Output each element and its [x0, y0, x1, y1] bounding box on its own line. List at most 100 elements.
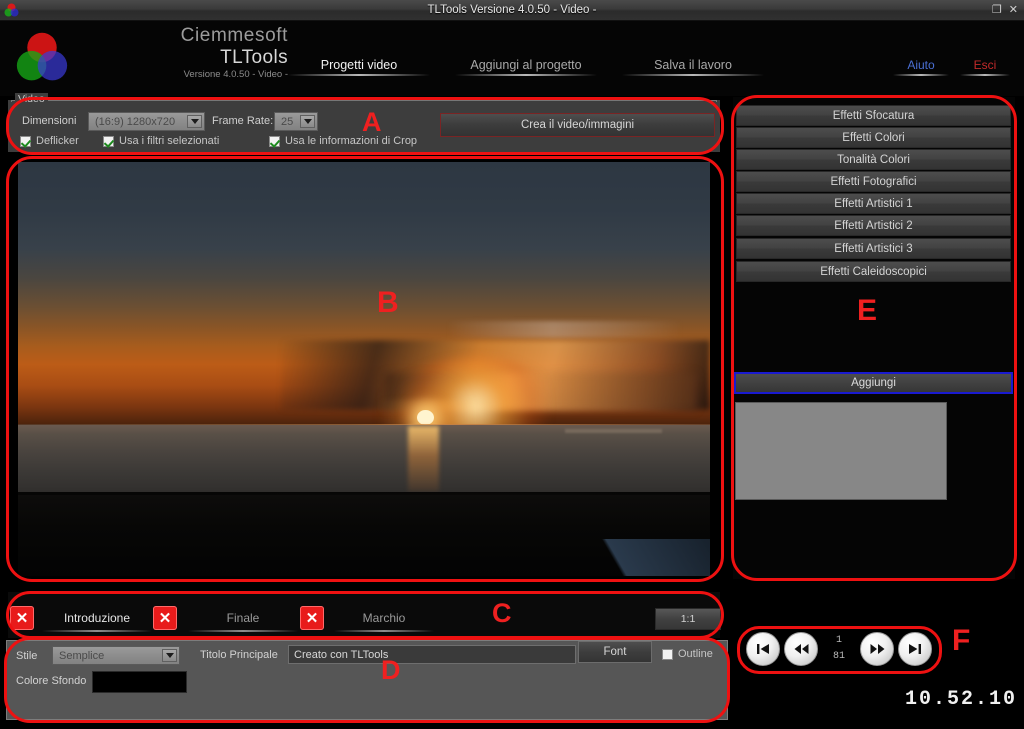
app-header: Ciemmesoft TLTools Versione 4.0.50 - Vid… — [0, 21, 1024, 96]
frame-counter: 1 81 — [824, 633, 854, 665]
effect-button-fotografici[interactable]: Effetti Fotografici — [736, 171, 1011, 192]
checkbox-label: Usa i filtri selezionati — [119, 135, 220, 147]
effect-button-artistici-3[interactable]: Effetti Artistici 3 — [736, 238, 1011, 259]
brand-product: TLTools — [220, 47, 288, 68]
checkbox-icon — [662, 648, 673, 660]
window-title: TLTools Versione 4.0.50 - Video - — [427, 4, 597, 16]
chevron-down-icon[interactable] — [187, 115, 202, 128]
distant-boat — [564, 429, 662, 433]
checkbox-label: Usa le informazioni di Crop — [285, 135, 418, 147]
nav-underline — [288, 74, 430, 76]
tab-underline — [42, 630, 152, 632]
group-border — [11, 100, 717, 102]
title-bar: TLTools Versione 4.0.50 - Video - ❐ ✕ — [0, 0, 1024, 21]
outline-checkbox[interactable]: Outline — [662, 648, 713, 660]
usa-filtri-checkbox[interactable]: Usa i filtri selezionati — [103, 135, 219, 147]
nav-underline — [622, 74, 764, 76]
window-controls: ❐ ✕ — [992, 2, 1018, 19]
nav-label: Aggiungi al progetto — [470, 58, 582, 72]
nav-label: Esci — [973, 58, 997, 72]
tab-label: Marchio — [362, 611, 406, 625]
sea-layer — [18, 424, 710, 500]
dimensions-label: Dimensioni — [22, 115, 77, 127]
frame-rate-value: 25 — [281, 115, 294, 128]
chevron-down-icon[interactable] — [162, 649, 177, 662]
tab-marchio[interactable]: Marchio — [334, 608, 434, 632]
effect-button-colori[interactable]: Effetti Colori — [736, 127, 1011, 148]
brand-version: Versione 4.0.50 - Video - — [183, 69, 288, 80]
total-frames: 81 — [832, 651, 845, 662]
sun-reflection — [407, 426, 440, 493]
group-legend: Video — [15, 93, 48, 105]
checkbox-icon — [269, 135, 280, 147]
effect-button-artistici-1[interactable]: Effetti Artistici 1 — [736, 193, 1011, 214]
cloud-wisp — [447, 321, 683, 338]
effect-thumbnail-preview[interactable] — [735, 402, 947, 500]
current-frame: 1 — [835, 635, 842, 646]
nav-progetti-video[interactable]: Progetti video — [288, 55, 430, 77]
delete-marchio-button[interactable]: ✕ — [300, 606, 324, 630]
dimensions-value: (16:9) 1280x720 — [95, 115, 176, 128]
fast-forward-icon — [870, 644, 884, 654]
colore-sfondo-label: Colore Sfondo — [16, 675, 87, 687]
background-color-swatch[interactable] — [92, 671, 187, 693]
timecode-display: 10.52.10 — [905, 688, 1018, 711]
tab-label: Introduzione — [63, 611, 131, 625]
rewind-button[interactable] — [784, 632, 818, 666]
titolo-principale-label: Titolo Principale — [200, 649, 278, 661]
forward-button[interactable] — [860, 632, 894, 666]
stile-value: Semplice — [59, 649, 105, 662]
tab-underline — [188, 630, 298, 632]
brand-block: Ciemmesoft TLTools Versione 4.0.50 - Vid… — [78, 25, 288, 81]
nav-underline — [893, 74, 949, 76]
titolo-principale-value: Creato con TLTools — [294, 648, 389, 661]
video-preview-panel[interactable] — [8, 158, 720, 580]
first-frame-button[interactable] — [746, 632, 780, 666]
nav-underline — [960, 74, 1010, 76]
nav-salva-il-lavoro[interactable]: Salva il lavoro — [622, 55, 764, 77]
frame-rate-select[interactable]: 25 — [274, 112, 318, 131]
usa-crop-checkbox[interactable]: Usa le informazioni di Crop — [269, 135, 417, 147]
dimensions-select[interactable]: (16:9) 1280x720 — [88, 112, 205, 131]
effect-button-artistici-2[interactable]: Effetti Artistici 2 — [736, 215, 1011, 236]
tab-finale[interactable]: Finale — [188, 608, 298, 632]
checkbox-icon — [20, 135, 31, 147]
nav-label: Progetti video — [320, 58, 398, 72]
effect-button-sfocatura[interactable]: Effetti Sfocatura — [736, 105, 1011, 126]
checkbox-label: Deflicker — [36, 135, 79, 147]
tab-label: Finale — [226, 611, 260, 625]
brand-company: Ciemmesoft — [180, 25, 288, 46]
chevron-down-icon[interactable] — [300, 115, 315, 128]
stile-label: Stile — [16, 650, 38, 662]
close-icon[interactable]: ✕ — [1009, 2, 1018, 19]
nav-label: Salva il lavoro — [654, 58, 732, 72]
create-video-button[interactable]: Crea il video/immagini — [440, 113, 715, 137]
delete-introduzione-button[interactable]: ✕ — [10, 606, 34, 630]
checkbox-label: Outline — [678, 648, 713, 660]
nav-aiuto[interactable]: Aiuto — [893, 55, 949, 77]
nav-underline — [455, 74, 597, 76]
nav-aggiungi-al-progetto[interactable]: Aggiungi al progetto — [455, 55, 597, 77]
deflicker-checkbox[interactable]: Deflicker — [20, 135, 79, 147]
preview-image — [18, 162, 710, 576]
nav-esci[interactable]: Esci — [960, 55, 1010, 77]
aspect-ratio-button[interactable]: 1:1 — [655, 608, 721, 630]
checkbox-icon — [103, 135, 114, 147]
font-button[interactable]: Font — [578, 641, 652, 663]
tab-introduzione[interactable]: Introduzione — [42, 608, 152, 632]
aggiungi-button[interactable]: Aggiungi — [734, 372, 1013, 394]
effect-button-caleidoscopici[interactable]: Effetti Caleidoscopici — [736, 261, 1011, 282]
stile-select[interactable]: Semplice — [52, 646, 180, 665]
skip-forward-icon — [909, 644, 921, 654]
frame-rate-label: Frame Rate: — [212, 115, 274, 127]
restore-icon[interactable]: ❐ — [992, 2, 1002, 19]
effect-button-tonalita-colori[interactable]: Tonalità Colori — [736, 149, 1011, 170]
last-frame-button[interactable] — [898, 632, 932, 666]
tab-underline — [334, 630, 434, 632]
road-strip — [523, 538, 710, 576]
rewind-icon — [794, 644, 808, 654]
delete-finale-button[interactable]: ✕ — [153, 606, 177, 630]
application-window: TLTools Versione 4.0.50 - Video - ❐ ✕ Ci… — [0, 0, 1024, 729]
titolo-principale-input[interactable]: Creato con TLTools — [288, 645, 576, 664]
skip-back-icon — [757, 644, 769, 654]
